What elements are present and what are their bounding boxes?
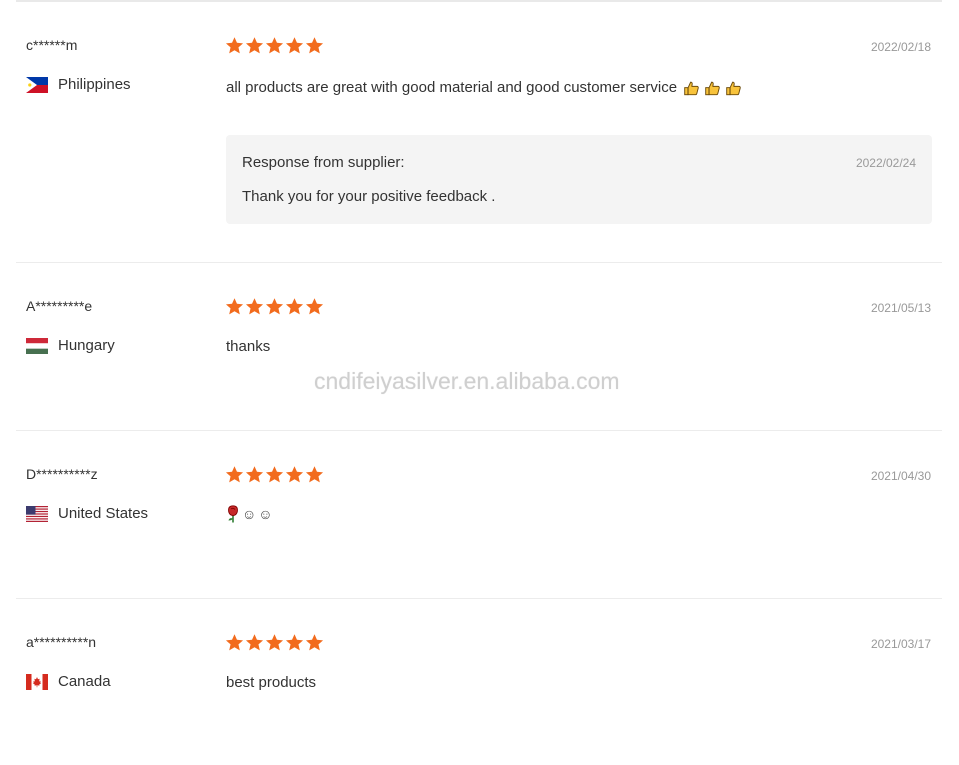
star-icon (305, 36, 324, 55)
response-title: Response from supplier: (242, 154, 405, 171)
review-item: A*********e Hungary 2021/05/13 thanks (16, 297, 942, 431)
star-icon (305, 633, 324, 652)
star-icon (225, 36, 244, 55)
canada-flag-icon (26, 674, 48, 690)
review-date: 2021/05/13 (870, 301, 931, 315)
review-date: 2021/03/17 (870, 637, 931, 651)
review-text: ☺ ☺ (226, 505, 273, 523)
review-item: c******m Philippines 2022/02/18 all prod… (16, 36, 942, 263)
hungary-flag-icon (26, 338, 48, 354)
star-icon (305, 465, 324, 484)
usa-flag-icon (26, 506, 48, 522)
rating-stars (225, 36, 324, 55)
review-text: best products (226, 674, 317, 691)
rose-icon (226, 505, 240, 523)
star-icon (305, 297, 324, 316)
star-icon (245, 36, 264, 55)
supplier-response: Response from supplier: 2022/02/24 Thank… (226, 135, 932, 224)
star-icon (245, 465, 264, 484)
country-name: Philippines (58, 76, 131, 93)
star-icon (245, 297, 264, 316)
response-text: Thank you for your positive feedback . (242, 188, 496, 205)
rating-stars (225, 297, 324, 316)
philippines-flag-icon (26, 77, 48, 93)
smile-icon: ☺ (242, 506, 257, 522)
star-icon (285, 633, 304, 652)
thumbs-up-icon (725, 80, 742, 97)
watermark: cndifeiyasilver.en.alibaba.com (314, 368, 620, 394)
star-icon (265, 36, 284, 55)
rating-stars (225, 633, 324, 652)
star-icon (225, 633, 244, 652)
reviewer-country: Canada (26, 673, 111, 691)
country-name: Hungary (58, 337, 115, 354)
star-icon (285, 36, 304, 55)
smile-icon: ☺ (258, 506, 273, 522)
review-date: 2021/04/30 (870, 469, 931, 483)
review-text: thanks (226, 338, 271, 355)
review-text: all products are great with good materia… (226, 78, 742, 98)
star-icon (265, 465, 284, 484)
star-icon (245, 633, 264, 652)
star-icon (285, 297, 304, 316)
thumbs-up-icon (683, 80, 700, 97)
review-text-body: all products are great with good materia… (226, 79, 678, 96)
reviewer-name: D**********z (26, 466, 98, 482)
star-icon (265, 633, 284, 652)
reviewer-country: Philippines (26, 76, 131, 94)
rating-stars (225, 465, 324, 484)
thumbs-up-icon (704, 80, 721, 97)
reviewer-country: United States (26, 505, 148, 523)
star-icon (265, 297, 284, 316)
review-date: 2022/02/18 (870, 40, 931, 54)
country-name: Canada (58, 673, 111, 690)
star-icon (225, 297, 244, 316)
review-item: a**********n Canada 2021/03/17 best prod… (16, 633, 942, 765)
reviewer-name: a**********n (26, 634, 97, 650)
reviewer-name: c******m (26, 37, 78, 53)
country-name: United States (58, 505, 149, 522)
reviewer-name: A*********e (26, 298, 93, 314)
response-date: 2022/02/24 (855, 156, 916, 170)
star-icon (225, 465, 244, 484)
star-icon (285, 465, 304, 484)
reviewer-country: Hungary (26, 337, 115, 355)
review-item: D**********z United States 2021/04/30 ☺ … (16, 465, 942, 599)
top-divider (16, 0, 942, 2)
